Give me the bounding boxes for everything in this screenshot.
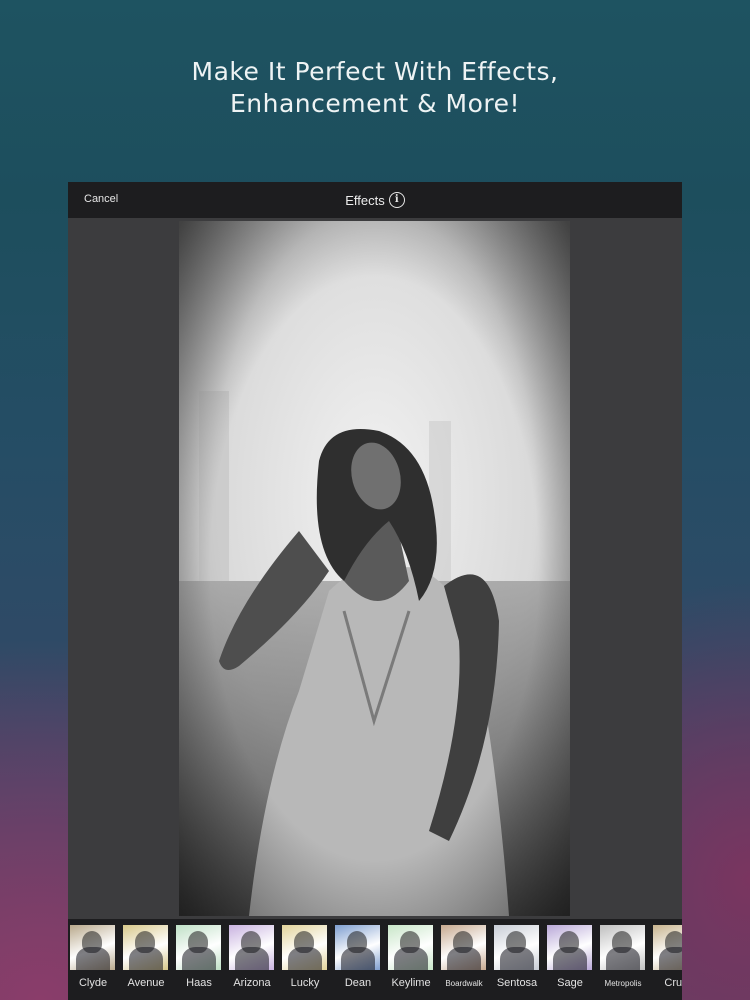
filter-label: Keylime: [391, 977, 431, 989]
thumbnail-figure-body: [553, 947, 587, 970]
filter-dean[interactable]: Dean: [335, 925, 380, 989]
filter-label: Arizona: [233, 977, 271, 989]
filter-label: Lucky: [290, 977, 320, 989]
thumbnail-figure-body: [129, 947, 163, 970]
filter-boardwalk[interactable]: Boardwalk: [441, 925, 486, 989]
filter-label: Sentosa: [496, 977, 538, 989]
title-group: Effects i: [68, 182, 682, 218]
filter-label: Cruz: [664, 977, 682, 989]
thumbnail-figure-body: [394, 947, 428, 970]
thumbnail-figure-body: [500, 947, 534, 970]
thumbnail-figure-body: [606, 947, 640, 970]
thumbnail-figure-body: [235, 947, 269, 970]
filter-thumbnail: [388, 925, 433, 970]
filter-keylime[interactable]: Keylime: [388, 925, 433, 989]
thumbnail-figure-body: [447, 947, 481, 970]
thumbnail-figure-body: [182, 947, 216, 970]
filter-label: Dean: [344, 977, 372, 989]
headline-line-1: Make It Perfect With Effects,: [191, 57, 559, 86]
info-icon[interactable]: i: [388, 192, 405, 208]
filter-label: Clyde: [78, 977, 108, 989]
portrait-photo: [179, 221, 570, 916]
filter-cruz[interactable]: Cruz: [653, 925, 682, 989]
editor-title: Effects: [345, 192, 385, 208]
editor-top-bar: Cancel Effects i: [68, 182, 682, 218]
filter-thumbnail: [494, 925, 539, 970]
filter-thumbnail: [653, 925, 682, 970]
filter-thumbnail: [282, 925, 327, 970]
filter-lucky[interactable]: Lucky: [282, 925, 327, 989]
filter-label: Metropolis: [604, 979, 642, 988]
filter-strip: Clyde Avenue Haas Arizona Lucky Dean Keylime Bo…: [68, 919, 682, 1000]
filter-thumbnail: [547, 925, 592, 970]
filter-thumbnail: [441, 925, 486, 970]
filter-haas[interactable]: Haas: [176, 925, 221, 989]
filter-thumbnail: [176, 925, 221, 970]
filter-list: Clyde Avenue Haas Arizona Lucky Dean Keylime Bo…: [70, 925, 682, 989]
filter-sentosa[interactable]: Sentosa: [494, 925, 539, 989]
filter-label: Sage: [557, 977, 583, 989]
filter-thumbnail: [70, 925, 115, 970]
thumbnail-figure-body: [341, 947, 375, 970]
photo-preview: [179, 221, 570, 916]
filter-clyde[interactable]: Clyde: [70, 925, 115, 989]
thumbnail-figure-body: [288, 947, 322, 970]
effects-editor: Cancel Effects i Clyde Avenue Haas Arizo…: [68, 182, 682, 1000]
filter-thumbnail: [600, 925, 645, 970]
filter-thumbnail: [123, 925, 168, 970]
filter-thumbnail: [229, 925, 274, 970]
filter-metropolis[interactable]: Metropolis: [600, 925, 645, 989]
headline-line-2: Enhancement & More!: [229, 89, 521, 118]
filter-label: Avenue: [127, 977, 165, 989]
filter-label: Boardwalk: [445, 979, 483, 988]
filter-sage[interactable]: Sage: [547, 925, 592, 989]
filter-thumbnail: [335, 925, 380, 970]
thumbnail-figure-body: [76, 947, 110, 970]
filter-avenue[interactable]: Avenue: [123, 925, 168, 989]
filter-arizona[interactable]: Arizona: [229, 925, 274, 989]
headline: Make It Perfect With Effects, Enhancemen…: [0, 56, 750, 120]
thumbnail-figure-body: [659, 947, 682, 970]
filter-label: Haas: [186, 977, 212, 989]
